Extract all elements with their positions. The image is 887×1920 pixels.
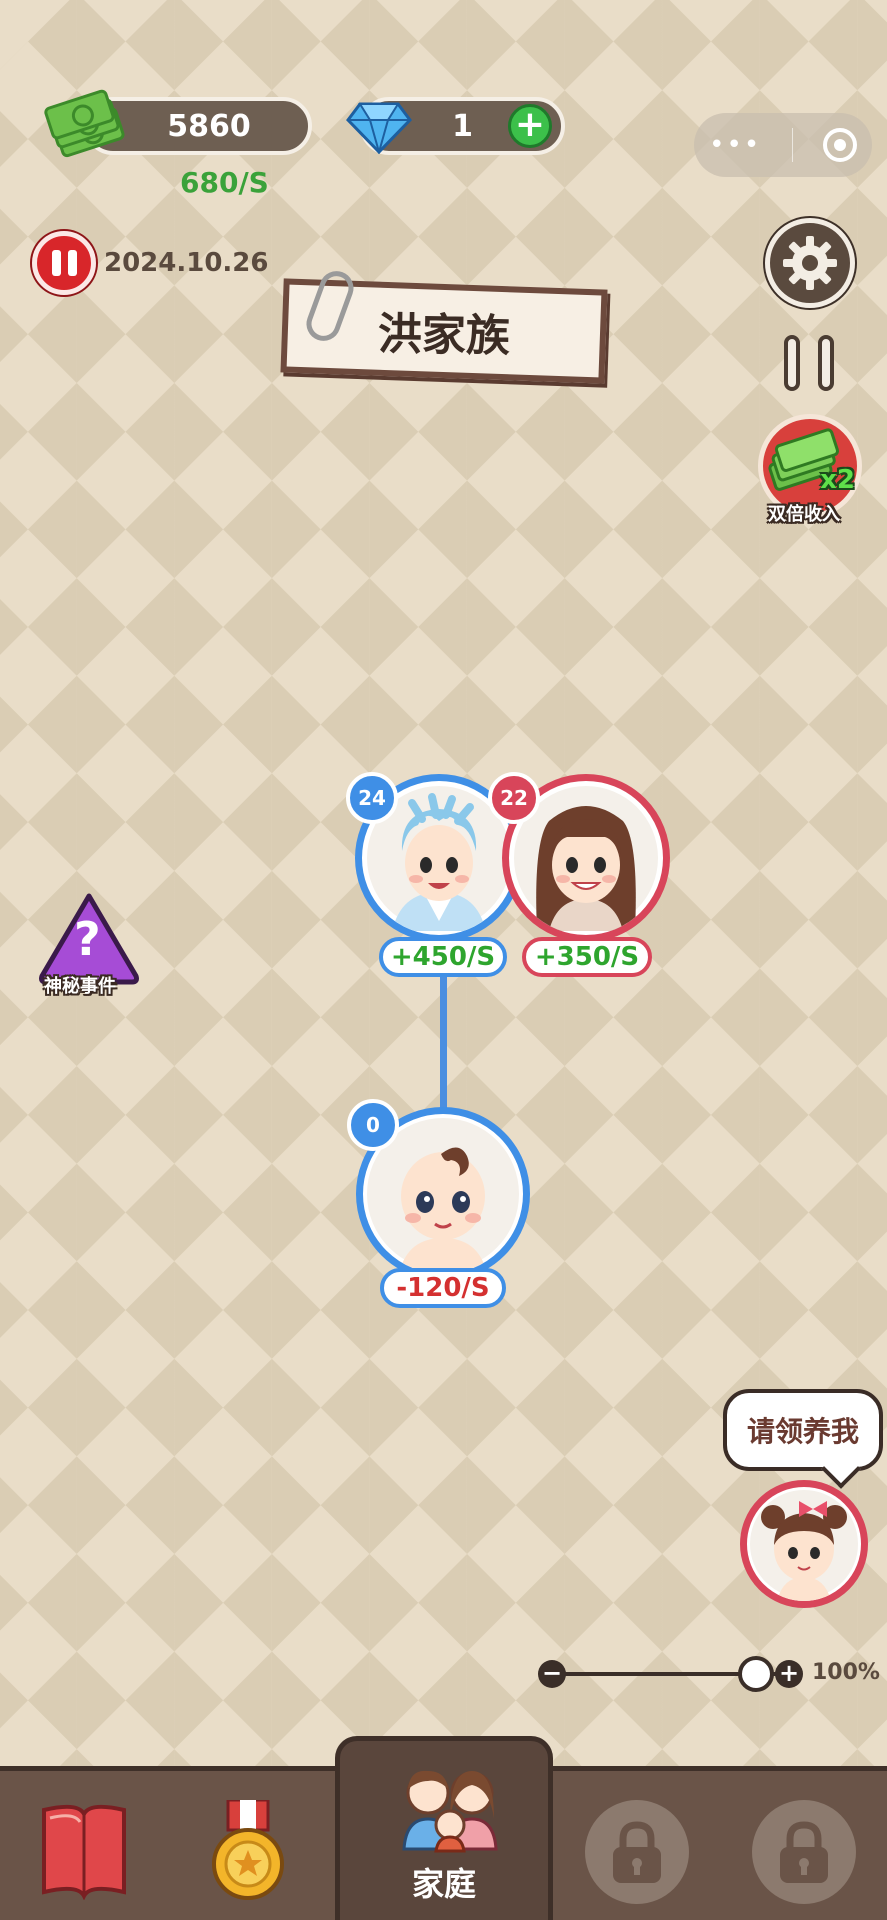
mystery-symbol: ? bbox=[74, 912, 101, 966]
adoptable-child-avatar[interactable] bbox=[740, 1480, 868, 1608]
settings-button[interactable] bbox=[765, 218, 855, 308]
gear-icon bbox=[783, 236, 837, 290]
close-mini-program-icon[interactable] bbox=[822, 128, 857, 162]
mystery-event-label: 神秘事件 bbox=[44, 976, 116, 997]
nav-locked-slot-1[interactable] bbox=[585, 1800, 689, 1904]
father-level-badge: 24 bbox=[346, 772, 398, 824]
pause-button[interactable] bbox=[32, 231, 96, 295]
family-name: 洪家族 bbox=[377, 308, 511, 363]
capsule-divider bbox=[791, 128, 793, 162]
zoom-in-button[interactable]: + bbox=[775, 1660, 803, 1688]
pause-bar bbox=[51, 250, 61, 276]
game-date: 2024.10.26 bbox=[104, 248, 269, 278]
book-icon bbox=[42, 1804, 126, 1901]
nav-family-label: 家庭 bbox=[412, 1865, 477, 1903]
zoom-out-button[interactable]: − bbox=[538, 1660, 566, 1688]
more-options-icon[interactable]: ••• bbox=[709, 130, 761, 160]
adopt-message: 请领养我 bbox=[746, 1415, 859, 1448]
mother-level-badge: 22 bbox=[488, 772, 540, 824]
nav-book-button[interactable] bbox=[38, 1800, 130, 1901]
pause-bar bbox=[818, 335, 834, 391]
family-icon bbox=[402, 1770, 498, 1853]
diamond-icon bbox=[346, 102, 412, 154]
add-gems-button[interactable]: + bbox=[508, 104, 552, 148]
lock-icon bbox=[780, 1821, 828, 1883]
mother-income-rate: +350/S bbox=[522, 937, 652, 977]
adopt-speech-bubble: 请领养我 bbox=[723, 1389, 883, 1471]
zoom-level: 100% bbox=[812, 1660, 880, 1685]
zoom-slider-handle[interactable] bbox=[738, 1656, 774, 1692]
family-connector-line bbox=[440, 975, 447, 1115]
nav-family-tab[interactable]: 家庭 bbox=[335, 1736, 553, 1920]
father-income-rate: +450/S bbox=[379, 937, 507, 977]
nav-medal-button[interactable] bbox=[208, 1798, 288, 1904]
lock-icon bbox=[613, 1821, 661, 1883]
baby-income-rate: -120/S bbox=[380, 1268, 506, 1308]
double-income-label: 双倍收入 bbox=[768, 504, 840, 525]
gem-value: 1 bbox=[452, 108, 473, 144]
nav-locked-slot-2[interactable] bbox=[752, 1800, 856, 1904]
mini-program-capsule: ••• bbox=[694, 113, 872, 177]
cash-value: 5860 bbox=[167, 108, 251, 144]
baby-level-badge: 0 bbox=[347, 1099, 399, 1151]
girl-portrait bbox=[750, 1490, 858, 1601]
cash-rate: 680/S bbox=[180, 166, 269, 199]
pause-bar bbox=[784, 335, 800, 391]
game-pause-button[interactable] bbox=[780, 335, 840, 393]
double-income-badge: x2 bbox=[820, 465, 855, 495]
medal-icon bbox=[212, 1798, 284, 1900]
pause-bar bbox=[67, 250, 77, 276]
